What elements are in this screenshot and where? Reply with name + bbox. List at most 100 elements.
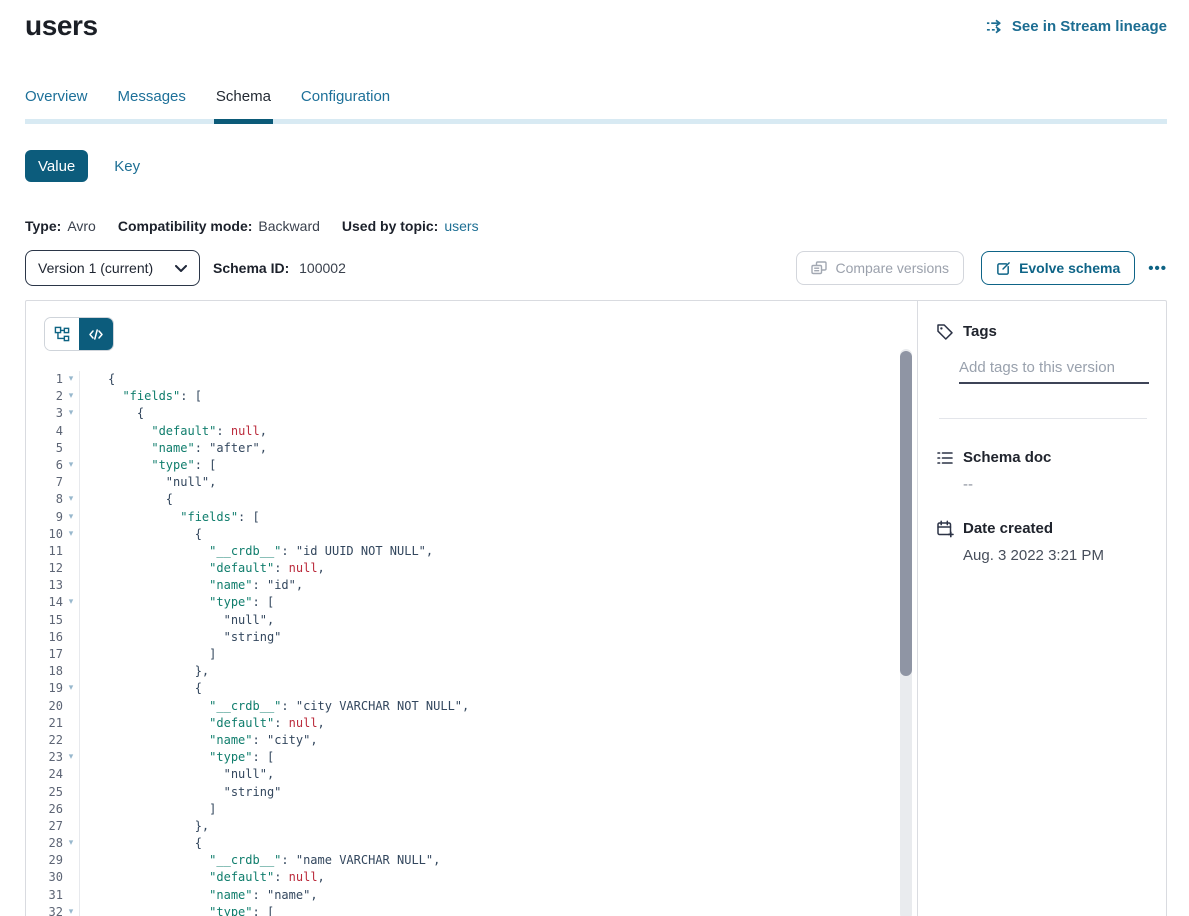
fold-arrow-icon[interactable]: ▾ [63, 904, 79, 916]
gutter-cell: 25 [26, 784, 80, 801]
code-text[interactable]: ] [80, 801, 216, 818]
add-tags-input[interactable] [959, 359, 1149, 384]
more-options-button[interactable]: ••• [1148, 261, 1167, 276]
gutter-cell: 17 [26, 646, 80, 663]
code-text[interactable]: "fields": [ [80, 388, 202, 405]
editor-view-toggle [44, 317, 114, 351]
code-text[interactable]: "string" [80, 629, 281, 646]
code-text[interactable]: "__crdb__": "name VARCHAR NULL", [80, 852, 440, 869]
code-text[interactable]: "default": null, [80, 560, 325, 577]
gutter-cell: 11 [26, 543, 80, 560]
code-line: 29 "__crdb__": "name VARCHAR NULL", [26, 852, 917, 869]
editor-scrollbar-thumb[interactable] [900, 351, 912, 676]
topic-link[interactable]: users [444, 218, 478, 234]
gutter-cell: 22 [26, 732, 80, 749]
compatibility-label: Compatibility mode: [118, 218, 253, 234]
gutter-cell: 32▾ [26, 904, 80, 916]
code-text[interactable]: "__crdb__": "id UUID NOT NULL", [80, 543, 433, 560]
tree-view-button[interactable] [45, 318, 79, 350]
code-text[interactable]: "default": null, [80, 423, 267, 440]
fold-arrow-icon[interactable]: ▾ [63, 749, 79, 766]
code-line: 7 "null", [26, 474, 917, 491]
code-text[interactable]: }, [80, 663, 209, 680]
line-number: 1 [26, 371, 63, 388]
fold-arrow-icon[interactable]: ▾ [63, 680, 79, 697]
code-text[interactable]: "name": "name", [80, 887, 318, 904]
code-text[interactable]: { [80, 491, 173, 508]
code-text[interactable]: "type": [ [80, 457, 216, 474]
fold-arrow-icon[interactable]: ▾ [63, 526, 79, 543]
code-view-icon [89, 328, 103, 341]
code-text[interactable]: "name": "city", [80, 732, 318, 749]
code-view-button[interactable] [79, 318, 113, 350]
code-text[interactable]: ] [80, 646, 216, 663]
line-number: 5 [26, 440, 63, 457]
fold-arrow-icon[interactable]: ▾ [63, 405, 79, 422]
compare-versions-button[interactable]: Compare versions [796, 251, 964, 285]
code-line: 26 ] [26, 801, 917, 818]
code-line: 5 "name": "after", [26, 440, 917, 457]
see-in-stream-lineage-link[interactable]: See in Stream lineage [986, 18, 1167, 35]
line-number: 20 [26, 698, 63, 715]
code-line: 18 }, [26, 663, 917, 680]
code-text[interactable]: "default": null, [80, 715, 325, 732]
tags-section-header: Tags [936, 323, 1150, 341]
code-text[interactable]: "string" [80, 784, 281, 801]
gutter-cell: 4 [26, 423, 80, 440]
line-number: 9 [26, 509, 63, 526]
code-line: 10▾ { [26, 526, 917, 543]
fold-arrow-icon[interactable]: ▾ [63, 457, 79, 474]
gutter-cell: 21 [26, 715, 80, 732]
line-number: 12 [26, 560, 63, 577]
code-text[interactable]: "null", [80, 474, 216, 491]
line-number: 32 [26, 904, 63, 916]
line-number: 13 [26, 577, 63, 594]
line-number: 2 [26, 388, 63, 405]
code-line: 14▾ "type": [ [26, 594, 917, 611]
fold-arrow-icon[interactable]: ▾ [63, 594, 79, 611]
fold-arrow-icon[interactable]: ▾ [63, 491, 79, 508]
fold-arrow-icon[interactable]: ▾ [63, 509, 79, 526]
evolve-schema-button[interactable]: Evolve schema [981, 251, 1135, 285]
tab-configuration[interactable]: Configuration [301, 88, 390, 119]
key-toggle-button[interactable]: Key [114, 158, 140, 175]
version-select[interactable]: Version 1 (current) [25, 250, 200, 286]
code-text[interactable]: "type": [ [80, 594, 274, 611]
topbar: users See in Stream lineage [25, 10, 1167, 42]
code-text[interactable]: "name": "id", [80, 577, 303, 594]
date-created-value: Aug. 3 2022 3:21 PM [963, 547, 1150, 564]
code-line: 31 "name": "name", [26, 887, 917, 904]
code-text[interactable]: "type": [ [80, 904, 274, 916]
code-text[interactable]: { [80, 835, 202, 852]
code-text[interactable]: "default": null, [80, 869, 325, 886]
tab-overview[interactable]: Overview [25, 88, 88, 119]
code-line: 19▾ { [26, 680, 917, 697]
fold-arrow-icon[interactable]: ▾ [63, 388, 79, 405]
value-key-toggle: Value Key [25, 150, 1167, 182]
code-text[interactable]: { [80, 371, 115, 388]
code-line: 21 "default": null, [26, 715, 917, 732]
line-number: 10 [26, 526, 63, 543]
value-toggle-button[interactable]: Value [25, 150, 88, 182]
code-text[interactable]: { [80, 680, 202, 697]
fold-arrow-icon[interactable]: ▾ [63, 371, 79, 388]
code-text[interactable]: "null", [80, 766, 274, 783]
line-number: 17 [26, 646, 63, 663]
code-text[interactable]: { [80, 526, 202, 543]
tab-messages[interactable]: Messages [118, 88, 186, 119]
gutter-cell: 7 [26, 474, 80, 491]
code-line: 2▾ "fields": [ [26, 388, 917, 405]
code-text[interactable]: { [80, 405, 144, 422]
code-line: 11 "__crdb__": "id UUID NOT NULL", [26, 543, 917, 560]
fold-arrow-icon[interactable]: ▾ [63, 835, 79, 852]
code-text[interactable]: "fields": [ [80, 509, 260, 526]
code-text[interactable]: "null", [80, 612, 274, 629]
tab-schema[interactable]: Schema [216, 88, 271, 119]
code-text[interactable]: "type": [ [80, 749, 274, 766]
gutter-cell: 31 [26, 887, 80, 904]
code-text[interactable]: "__crdb__": "city VARCHAR NOT NULL", [80, 698, 469, 715]
code-text[interactable]: }, [80, 818, 209, 835]
gutter-cell: 28▾ [26, 835, 80, 852]
editor-scrollbar-track[interactable] [900, 349, 912, 916]
code-text[interactable]: "name": "after", [80, 440, 267, 457]
